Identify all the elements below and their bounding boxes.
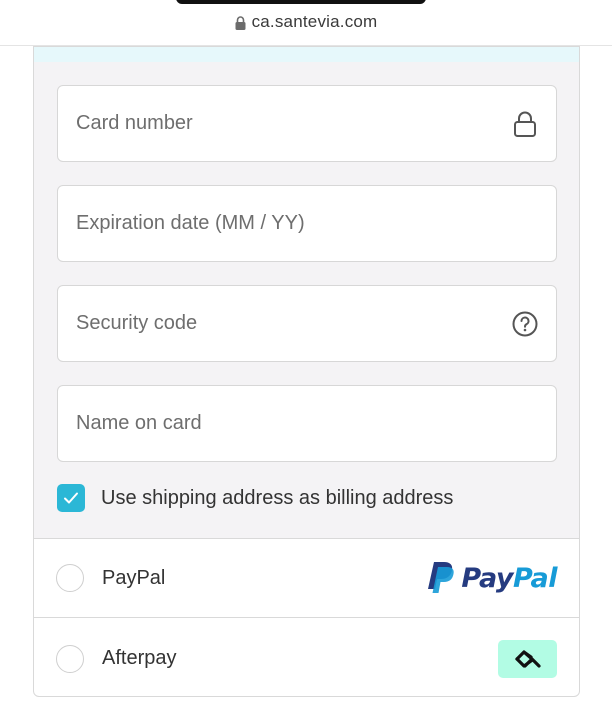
- billing-address-label: Use shipping address as billing address: [101, 486, 454, 509]
- payment-option-paypal[interactable]: PayPal PayPal: [34, 539, 579, 618]
- security-code-field[interactable]: Security code: [57, 285, 557, 362]
- afterpay-radio[interactable]: [56, 644, 84, 673]
- credit-card-form: Card number Expiration date (MM / YY) Se…: [34, 62, 579, 539]
- billing-address-checkbox-row[interactable]: Use shipping address as billing address: [57, 484, 453, 512]
- device-notch: [176, 0, 426, 4]
- name-on-card-placeholder: Name on card: [76, 412, 202, 434]
- afterpay-logo: [498, 639, 557, 678]
- lock-icon: [235, 15, 246, 30]
- paypal-wordmark: PayPal: [461, 562, 557, 594]
- selected-method-banner: [34, 47, 579, 63]
- paypal-p-icon: [428, 562, 455, 593]
- expiration-date-field[interactable]: Expiration date (MM / YY): [57, 185, 557, 262]
- paypal-radio[interactable]: [56, 564, 84, 592]
- browser-address-bar[interactable]: ca.santevia.com: [0, 0, 612, 46]
- url-text: ca.santevia.com: [251, 12, 378, 31]
- name-on-card-field[interactable]: Name on card: [57, 385, 557, 462]
- card-number-placeholder: Card number: [76, 112, 193, 134]
- security-code-placeholder: Security code: [76, 312, 198, 334]
- afterpay-arrows-icon: [514, 649, 541, 668]
- afterpay-label: Afterpay: [102, 647, 177, 669]
- billing-address-checkbox[interactable]: [57, 484, 85, 512]
- help-circle-icon[interactable]: [512, 311, 538, 337]
- payment-option-afterpay[interactable]: Afterpay: [34, 619, 579, 696]
- paypal-label: PayPal: [102, 566, 166, 589]
- card-number-field[interactable]: Card number: [57, 85, 557, 162]
- url-display[interactable]: ca.santevia.com: [0, 12, 612, 32]
- checkmark-icon: [64, 492, 78, 504]
- expiration-date-placeholder: Expiration date (MM / YY): [76, 212, 305, 234]
- paypal-logo: PayPal: [427, 561, 558, 595]
- payment-panel: Card number Expiration date (MM / YY) Se…: [33, 46, 580, 697]
- lock-icon: [512, 111, 538, 137]
